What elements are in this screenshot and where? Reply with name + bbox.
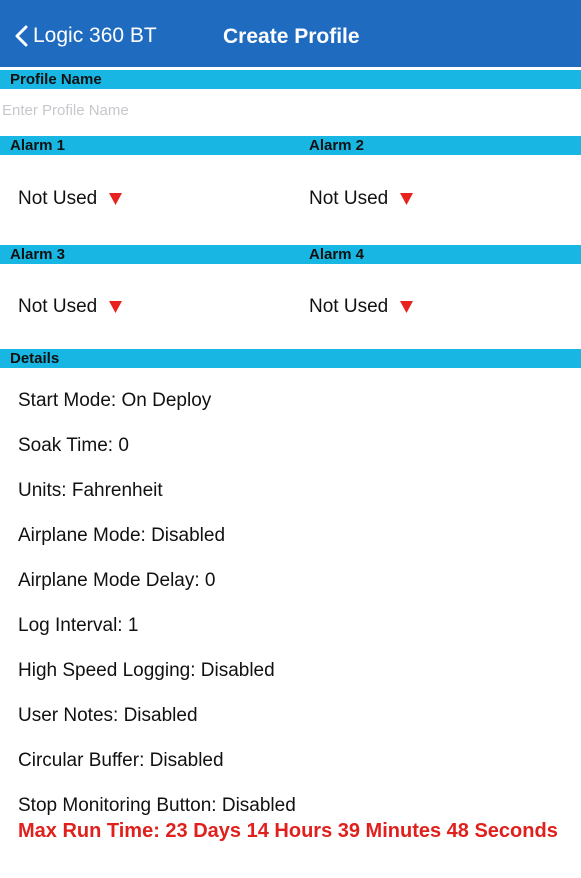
profile-name-header-label: Profile Name: [10, 71, 102, 88]
alarm-4-header: Alarm 4: [309, 246, 365, 263]
alarm-1-value: Not Used: [18, 188, 98, 209]
detail-log-interval: Log Interval: 1: [18, 615, 139, 636]
back-label: Logic 360 BT: [33, 24, 157, 47]
detail-soak-time: Soak Time: 0: [18, 435, 129, 456]
alarm-4-select[interactable]: Not Used: [309, 287, 414, 327]
profile-name-header: Profile Name: [0, 70, 581, 89]
back-button[interactable]: Logic 360 BT: [14, 20, 157, 52]
detail-user-notes: User Notes: Disabled: [18, 705, 198, 726]
alarm-3-header: Alarm 3: [10, 246, 66, 263]
alarm-1-header: Alarm 1: [10, 137, 66, 154]
detail-start-mode: Start Mode: On Deploy: [18, 390, 212, 411]
alarm-3-value: Not Used: [18, 296, 98, 317]
detail-airplane-mode: Airplane Mode: Disabled: [18, 525, 226, 546]
details-list: Start Mode: On Deploy Soak Time: 0 Units…: [18, 378, 578, 828]
alarm-3-4-header: Alarm 3 Alarm 4: [0, 245, 581, 264]
detail-high-speed-logging: High Speed Logging: Disabled: [18, 660, 275, 681]
details-header: Details: [0, 349, 581, 368]
alarm-4-value: Not Used: [309, 296, 389, 317]
triangle-down-icon: [109, 193, 123, 205]
triangle-down-icon: [109, 301, 123, 313]
navigation-bar: Logic 360 BT Create Profile: [0, 0, 581, 67]
alarm-2-value: Not Used: [309, 188, 389, 209]
page-title: Create Profile: [223, 25, 360, 48]
profile-name-input[interactable]: [0, 89, 581, 131]
alarm-3-select[interactable]: Not Used: [18, 287, 123, 327]
alarm-1-select[interactable]: Not Used: [18, 179, 123, 219]
triangle-down-icon: [400, 193, 414, 205]
detail-circular-buffer: Circular Buffer: Disabled: [18, 750, 224, 771]
alarm-2-header: Alarm 2: [309, 137, 365, 154]
chevron-left-icon: [15, 25, 28, 47]
details-header-label: Details: [10, 350, 60, 367]
alarm-1-2-header: Alarm 1 Alarm 2: [0, 136, 581, 155]
max-run-time: Max Run Time: 23 Days 14 Hours 39 Minute…: [18, 820, 558, 842]
detail-units: Units: Fahrenheit: [18, 480, 163, 501]
detail-airplane-mode-delay: Airplane Mode Delay: 0: [18, 570, 216, 591]
triangle-down-icon: [400, 301, 414, 313]
alarm-2-select[interactable]: Not Used: [309, 179, 414, 219]
